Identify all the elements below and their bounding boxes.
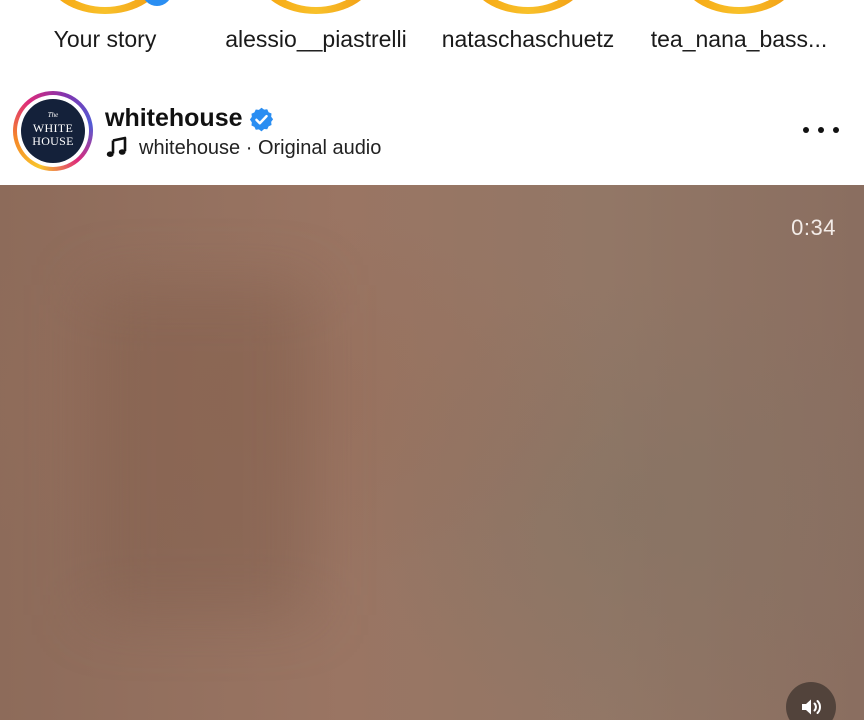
verified-badge-icon [249, 107, 274, 132]
avatar[interactable]: The WHITE HOUSE [21, 99, 85, 163]
music-note-icon [106, 136, 127, 157]
audio-text: whitehouse · Original audio [139, 137, 381, 160]
story-ring [470, 0, 586, 14]
avatar-text-the: The [47, 111, 59, 119]
instagram-feed: Your story alessio__piastrelli nataschas… [0, 0, 864, 720]
video-timer: 0:34 [791, 215, 836, 240]
story-ring [47, 0, 163, 14]
audio-owner: whitehouse [139, 137, 241, 159]
sound-toggle-button[interactable] [786, 682, 836, 720]
story-label: Your story [53, 26, 157, 52]
story-label: tea_nana_bass... [650, 26, 828, 52]
story-alessio-piastrelli[interactable]: alessio__piastrelli [211, 0, 421, 80]
add-story-icon[interactable] [142, 0, 172, 6]
story-ring [681, 0, 797, 14]
post-video[interactable]: 0:34 [0, 185, 864, 720]
story-label: nataschaschuetz [441, 26, 615, 52]
story-label: alessio__piastrelli [225, 26, 407, 52]
audio-label: Original audio [257, 137, 382, 159]
post-username[interactable]: whitehouse [105, 104, 243, 133]
avatar-text-house: HOUSE [32, 134, 74, 148]
avatar-story-ring[interactable]: The WHITE HOUSE [13, 91, 93, 171]
story-tea-nana-bass[interactable]: tea_nana_bass... [634, 0, 844, 80]
audio-separator: · [240, 137, 258, 159]
stories-row: Your story alessio__piastrelli nataschas… [0, 0, 864, 80]
post-header: The WHITE HOUSE whitehouse whitehouse · … [0, 88, 864, 184]
story-nataschaschuetz[interactable]: nataschaschuetz [423, 0, 633, 80]
story-ring [258, 0, 374, 14]
story-your-story[interactable]: Your story [0, 0, 210, 80]
more-options-icon[interactable] [800, 118, 842, 142]
speaker-icon [802, 699, 821, 715]
